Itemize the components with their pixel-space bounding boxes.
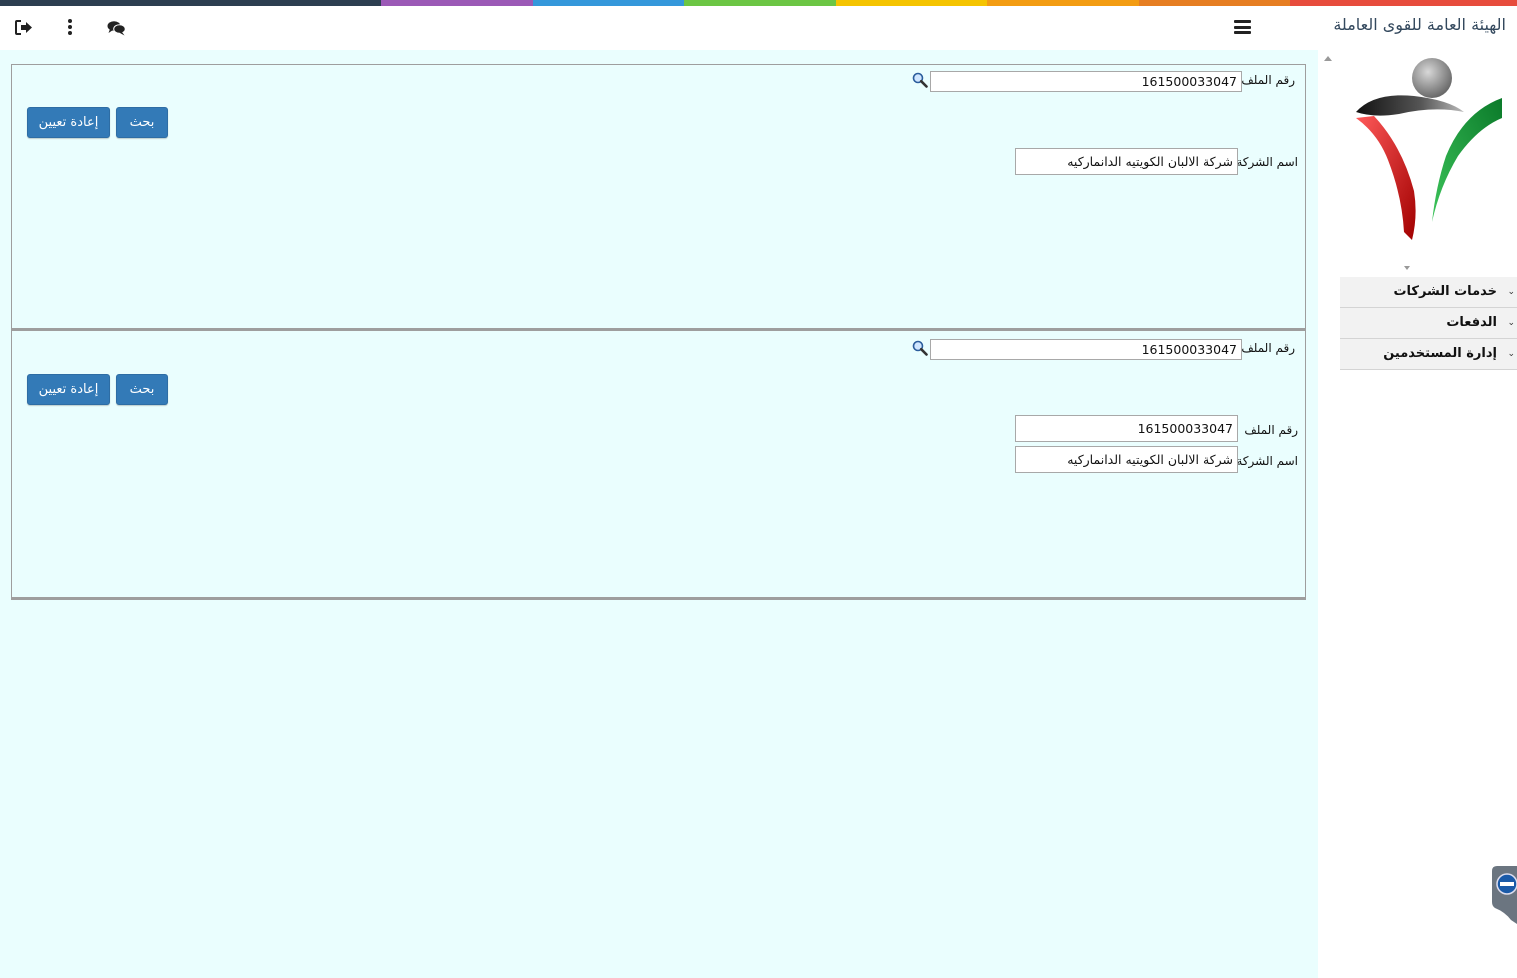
main-content: رقم الملف بحث إعادة تعيين اسم الشركة رقم…	[0, 50, 1318, 978]
sidebar-item-user-management[interactable]: إدارة المستخدمين ⌄	[1340, 339, 1517, 370]
chevron-down-icon: ⌄	[1507, 349, 1515, 359]
remote-support-icon[interactable]	[1491, 866, 1517, 924]
sidebar-item-label: إدارة المستخدمين	[1383, 346, 1497, 361]
search-panel-1: رقم الملف بحث إعادة تعيين اسم الشركة	[11, 64, 1306, 331]
sidebar: خدمات الشركات ⌄ الدفعات ⌄ إدارة المستخدم…	[1318, 50, 1517, 978]
sidebar-item-company-services[interactable]: خدمات الشركات ⌄	[1340, 277, 1517, 308]
hamburger-menu-icon[interactable]	[1234, 20, 1251, 34]
sidebar-item-payments[interactable]: الدفعات ⌄	[1340, 308, 1517, 339]
logout-icon[interactable]	[15, 20, 33, 35]
org-logo	[1356, 58, 1502, 240]
company-name-field[interactable]	[1015, 148, 1238, 175]
reset-button[interactable]: إعادة تعيين	[27, 374, 110, 405]
search-button[interactable]: بحث	[116, 107, 168, 138]
company-name-label: اسم الشركة	[1236, 155, 1298, 169]
top-header: الهيئة العامة للقوى العاملة	[0, 6, 1517, 50]
search-button[interactable]: بحث	[116, 374, 168, 405]
file-number-input[interactable]	[930, 339, 1242, 360]
org-title: الهيئة العامة للقوى العاملة	[1333, 15, 1506, 34]
sidebar-item-label: خدمات الشركات	[1393, 284, 1497, 299]
sidebar-item-label: الدفعات	[1446, 315, 1497, 330]
result-file-number-label: رقم الملف	[1244, 423, 1298, 437]
chat-icon[interactable]	[107, 20, 126, 36]
scroll-down-icon[interactable]	[1404, 266, 1410, 270]
company-name-label: اسم الشركة	[1236, 454, 1298, 468]
company-name-field[interactable]	[1015, 446, 1238, 473]
search-icon[interactable]	[912, 72, 928, 88]
file-number-label: رقم الملف	[1241, 73, 1295, 87]
reset-button[interactable]: إعادة تعيين	[27, 107, 110, 138]
sidebar-menu: خدمات الشركات ⌄ الدفعات ⌄ إدارة المستخدم…	[1340, 277, 1517, 370]
scroll-up-icon[interactable]	[1324, 56, 1332, 61]
chevron-down-icon: ⌄	[1507, 318, 1515, 328]
search-panel-2: رقم الملف بحث إعادة تعيين رقم الملف اسم …	[11, 331, 1306, 600]
file-number-input[interactable]	[930, 71, 1242, 92]
file-number-label: رقم الملف	[1241, 341, 1295, 355]
more-vertical-icon[interactable]	[67, 19, 73, 35]
search-icon[interactable]	[912, 340, 928, 356]
chevron-down-icon: ⌄	[1507, 287, 1515, 297]
result-file-number-field[interactable]	[1015, 415, 1238, 442]
